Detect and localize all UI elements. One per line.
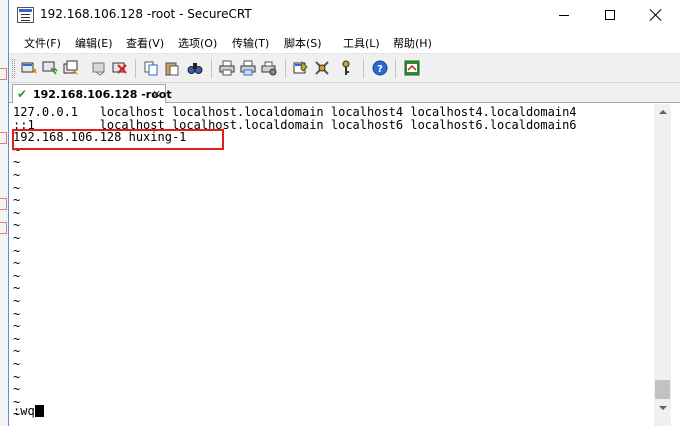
tab-close-button[interactable]: × [152,87,161,100]
empty-line-tilde: ~ [13,369,21,384]
connect-in-tab-button[interactable] [61,58,81,78]
print-button[interactable] [217,58,237,78]
minimize-icon [559,15,569,16]
empty-line-tilde: ~ [13,306,21,321]
toolbar-separator [363,59,364,78]
svg-text:?: ? [377,64,383,75]
toolbar-separator [285,59,286,78]
session-options-button[interactable] [291,58,311,78]
menu-tools[interactable]: 工具(L) [343,35,380,51]
empty-line-tilde: ~ [13,357,21,371]
menu-edit[interactable]: 编辑(E) [75,35,113,51]
maximize-button[interactable] [587,0,633,31]
copy-icon [144,61,158,76]
vertical-scrollbar[interactable] [654,104,671,426]
connect-icon [21,62,37,74]
paste-button[interactable] [162,58,182,78]
empty-line-tilde: ~ [13,218,21,233]
text-cursor [34,405,44,417]
close-icon [650,9,662,21]
session-tab-bar: ✔ 192.168.106.128 -root × [9,83,680,103]
disconnect-button[interactable] [110,58,130,78]
toolbar-separator [135,59,136,78]
reconnect-icon [92,62,105,76]
print-selection-icon [240,60,256,76]
menu-options[interactable]: 选项(O) [178,35,217,51]
empty-line-tilde: ~ [13,281,21,296]
menu-script[interactable]: 脚本(S) [284,35,322,51]
close-button[interactable] [633,0,679,31]
find-button[interactable] [185,58,205,78]
empty-line-tilde: ~ [13,256,21,271]
quick-connect-button[interactable] [40,58,60,78]
sftp-button[interactable] [402,58,422,78]
background-window-edge [0,0,8,426]
empty-line-tilde: ~ [13,344,21,359]
empty-line-tilde: ~ [13,382,21,397]
scroll-up-button[interactable] [654,104,671,121]
terminal-line: 127.0.0.1 localhost localhost.localdomai… [13,105,577,119]
empty-line-tilde: ~ [13,205,21,220]
empty-line-tilde: ~ [13,319,21,334]
connected-check-icon: ✔ [17,87,28,101]
global-options-icon [315,61,329,75]
key-map-icon [342,60,350,75]
menu-help[interactable]: 帮助(H) [393,35,432,51]
menu-bar: 文件(F) 编辑(E) 查看(V) 选项(O) 传输(T) 脚本(S) 工具(L… [9,31,680,53]
empty-line-tilde: ~ [13,243,21,258]
securecrt-window: 192.168.106.128 -root - SecureCRT 文件(F) … [8,0,680,426]
print-setup-button[interactable] [259,58,279,78]
minimize-button[interactable] [541,0,587,31]
empty-line-tilde: ~ [13,294,21,308]
disconnect-icon [112,62,127,74]
title-bar[interactable]: 192.168.106.128 -root - SecureCRT [9,0,680,31]
key-map-button[interactable] [336,58,356,78]
reconnect-button[interactable] [89,58,109,78]
command-text: :wq [13,404,35,418]
empty-line-tilde: ~ [13,155,21,170]
toolbar-separator [211,59,212,78]
maximize-icon [605,10,615,20]
toolbar: ? [9,53,680,83]
empty-line-tilde: ~ [13,180,21,195]
session-options-icon [293,60,308,74]
help-button[interactable]: ? [370,58,390,78]
find-icon [187,63,203,74]
window-title: 192.168.106.128 -root - SecureCRT [40,7,252,21]
empty-line-tilde: ~ [13,168,21,182]
toolbar-grip[interactable] [12,59,15,78]
menu-file[interactable]: 文件(F) [24,35,61,51]
scrollbar-thumb[interactable] [655,380,670,399]
print-selection-button[interactable] [238,58,258,78]
connect-in-tab-icon [63,60,78,75]
tab-session[interactable]: ✔ 192.168.106.128 -root × [12,84,172,103]
securecrt-icon [17,7,34,23]
empty-line-tilde: ~ [13,268,21,283]
help-icon: ? [372,60,388,76]
empty-line-tilde: ~ [13,231,21,245]
scroll-down-button[interactable] [654,400,671,417]
empty-line-tilde: ~ [13,331,21,346]
highlight-box [12,129,224,150]
menu-view[interactable]: 查看(V) [126,35,164,51]
paste-icon [165,62,179,76]
copy-button[interactable] [141,58,161,78]
print-setup-icon [261,61,277,76]
connect-button[interactable] [19,58,39,78]
quick-connect-icon [42,61,58,75]
global-options-button[interactable] [312,58,332,78]
command-line[interactable]: :wq [13,405,44,417]
empty-line-tilde: ~ [13,193,21,208]
toolbar-separator [395,59,396,78]
menu-transfer[interactable]: 传输(T) [232,35,269,51]
tab-label: 192.168.106.128 -root [33,88,172,101]
terminal-area[interactable]: 127.0.0.1 localhost localhost.localdomai… [9,104,654,426]
sftp-icon [404,60,420,76]
print-icon [219,60,235,76]
